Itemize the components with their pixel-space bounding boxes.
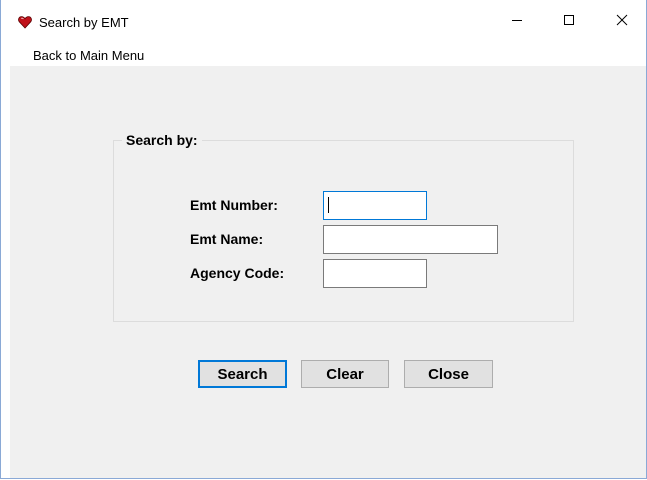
search-by-emt-window: Search by EMT Back to Main Menu Search b… <box>0 0 647 479</box>
emt-name-label: Emt Name: <box>190 231 264 247</box>
maximize-icon <box>563 13 575 31</box>
minimize-icon <box>511 13 523 31</box>
maximize-button[interactable] <box>546 0 592 44</box>
agency-code-input[interactable] <box>323 259 427 288</box>
emt-number-input[interactable] <box>323 191 427 220</box>
close-window-button[interactable] <box>599 0 645 44</box>
agency-code-label: Agency Code: <box>190 265 285 281</box>
title-bar[interactable]: Search by EMT <box>1 0 646 44</box>
emt-name-input[interactable] <box>323 225 498 254</box>
close-icon <box>616 13 628 31</box>
menu-item-back-to-main-menu[interactable]: Back to Main Menu <box>27 47 150 64</box>
clear-button[interactable]: Clear <box>301 360 389 388</box>
window-title: Search by EMT <box>39 15 129 30</box>
text-caret <box>328 197 329 213</box>
heart-icon <box>18 15 32 29</box>
search-button[interactable]: Search <box>198 360 287 388</box>
group-label: Search by: <box>122 132 202 148</box>
minimize-button[interactable] <box>494 0 540 44</box>
client-area: Search by: Emt Number: Emt Name: Agency … <box>10 66 646 478</box>
close-button[interactable]: Close <box>404 360 493 388</box>
menu-bar: Back to Main Menu <box>1 44 646 66</box>
emt-number-label: Emt Number: <box>190 197 278 213</box>
